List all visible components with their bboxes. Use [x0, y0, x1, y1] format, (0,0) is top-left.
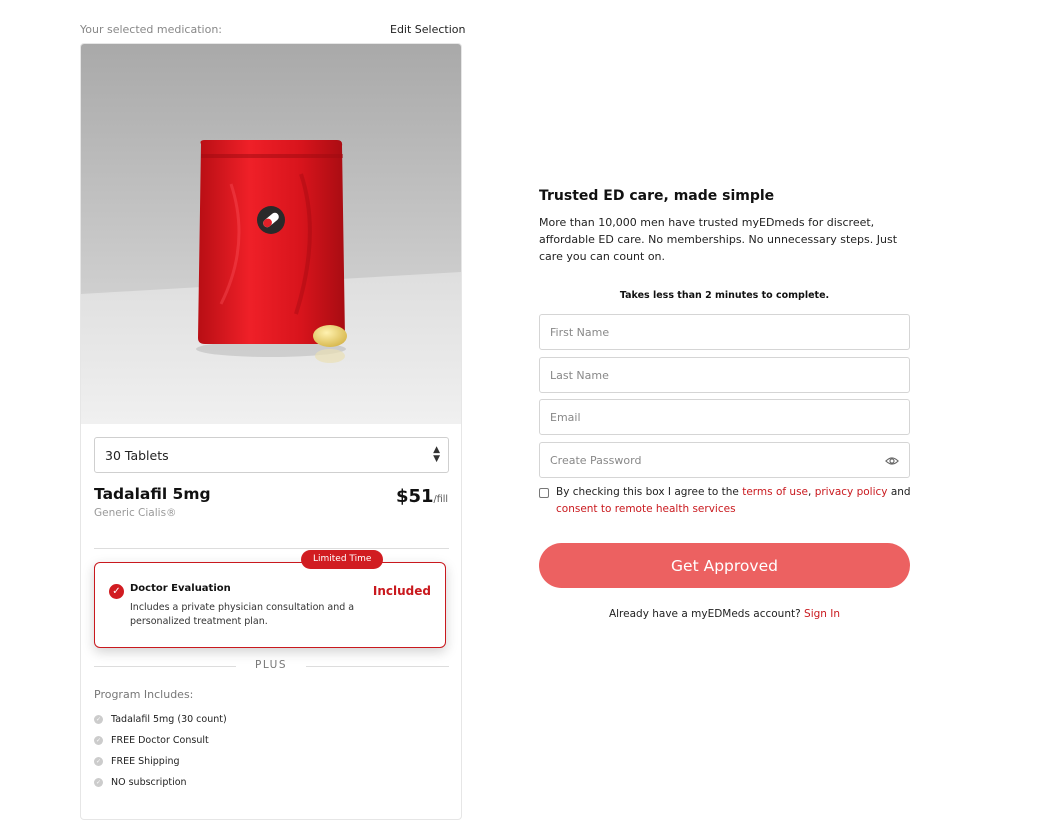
eye-icon[interactable] — [885, 454, 899, 468]
drug-generic-name: Generic Cialis® — [94, 507, 177, 519]
price-value: $51 — [395, 486, 434, 507]
program-includes-label: Program Includes: — [94, 688, 194, 701]
last-name-input[interactable] — [540, 358, 909, 392]
evaluation-status: Included — [372, 584, 431, 598]
email-input[interactable] — [540, 400, 909, 434]
checkmark-dot-icon: ✓ — [94, 736, 103, 745]
price: $51/fill — [396, 486, 448, 507]
divider — [94, 548, 449, 549]
product-image — [81, 44, 461, 424]
consent-checkbox[interactable] — [539, 488, 549, 498]
check-circle-icon: ✓ — [109, 584, 124, 599]
checkmark-dot-icon: ✓ — [94, 778, 103, 787]
quantity-value: 30 Tablets — [105, 448, 169, 463]
list-item: ✓ FREE Doctor Consult — [94, 735, 209, 746]
password-field[interactable] — [539, 442, 910, 478]
evaluation-description: Includes a private physician consultatio… — [130, 602, 355, 627]
quantity-select[interactable]: 30 Tablets ▲ ▼ — [94, 437, 449, 473]
program-includes-list: ✓ Tadalafil 5mg (30 count) ✓ FREE Doctor C… — [94, 709, 227, 793]
plus-divider-right — [306, 666, 449, 667]
edit-selection-link[interactable]: Edit Selection — [390, 23, 466, 36]
form-description: More than 10,000 men have trusted myEDme… — [539, 216, 898, 263]
plus-divider-left — [94, 666, 236, 667]
email-field[interactable] — [539, 399, 910, 435]
form-title: Trusted ED care, made simple — [539, 188, 775, 204]
password-input[interactable] — [540, 443, 909, 477]
checkmark-dot-icon: ✓ — [94, 757, 103, 766]
list-item: ✓ Tadalafil 5mg (30 count) — [94, 714, 227, 725]
drug-name: Tadalafil 5mg — [94, 485, 211, 503]
list-item: ✓ FREE Shipping — [94, 756, 180, 767]
first-name-field[interactable] — [539, 314, 910, 350]
limited-time-badge: Limited Time — [301, 550, 384, 569]
time-note: Takes less than 2 minutes to complete. — [619, 290, 830, 301]
signin-prompt: Already have a myEDMeds account? Sign In — [608, 608, 841, 620]
plus-label: PLUS — [254, 659, 287, 671]
terms-of-use-link[interactable]: terms of use — [742, 486, 808, 498]
pill-logo-icon — [257, 206, 285, 234]
privacy-policy-link[interactable]: privacy policy — [815, 486, 888, 498]
sign-in-link[interactable]: Sign In — [804, 608, 840, 620]
selected-medication-label: Your selected medication: — [80, 23, 222, 36]
medication-card: 30 Tablets ▲ ▼ Tadalafil 5mg Generic Cial… — [80, 43, 462, 820]
checkmark-dot-icon: ✓ — [94, 715, 103, 724]
get-approved-button[interactable]: Get Approved — [539, 543, 910, 588]
list-item: ✓ NO subscription — [94, 777, 187, 788]
consent-text: By checking this box I agree to the term… — [556, 486, 911, 515]
price-unit: /fill — [433, 494, 448, 505]
first-name-input[interactable] — [540, 315, 909, 349]
last-name-field[interactable] — [539, 357, 910, 393]
evaluation-title: Doctor Evaluation — [130, 583, 231, 594]
remote-health-consent-link[interactable]: consent to remote health services — [556, 503, 736, 515]
doctor-evaluation-card: Limited Time ✓ Doctor Evaluation Include… — [94, 550, 446, 648]
consent-row: By checking this box I agree to the term… — [539, 484, 911, 518]
chevron-updown-icon: ▲ ▼ — [433, 445, 440, 464]
